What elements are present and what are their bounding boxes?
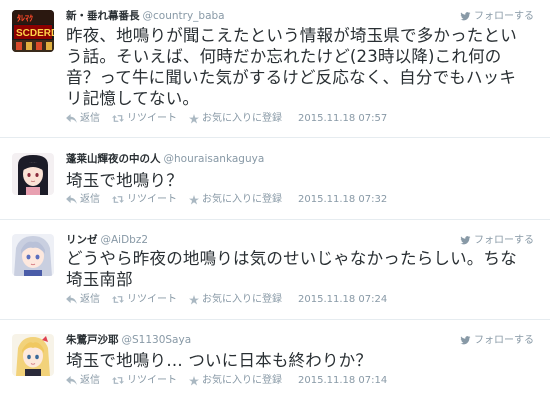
follow-button[interactable]: フォローする bbox=[460, 334, 534, 347]
display-name[interactable]: 新・垂れ幕番長 bbox=[66, 10, 140, 22]
favorite-label: お気に入りに登録 bbox=[202, 375, 282, 386]
username[interactable]: @AiDbz2 bbox=[101, 234, 149, 246]
tweet-text: 埼玉で地鳴り… ついに日本も終わりか？ bbox=[66, 351, 373, 370]
retweet-label: リツイート bbox=[127, 375, 177, 386]
favorite-button[interactable]: お気に入りに登録 bbox=[189, 193, 282, 206]
tweet-header: 朱鷺戸沙耶 @S1130Saya bbox=[66, 334, 191, 347]
reply-button[interactable]: 返信 bbox=[66, 193, 100, 206]
timestamp[interactable]: 2015.11.18 07:32 bbox=[298, 193, 387, 206]
tweet-actions: 返信 リツイート お気に入りに登録 2015.11.18 07:14 bbox=[66, 374, 387, 387]
avatar[interactable] bbox=[12, 234, 54, 276]
reply-label: 返信 bbox=[80, 294, 100, 305]
reply-label: 返信 bbox=[80, 375, 100, 386]
username[interactable]: @houraisankaguya bbox=[164, 153, 265, 165]
star-icon bbox=[189, 113, 199, 123]
divider bbox=[0, 219, 550, 220]
retweet-icon bbox=[112, 115, 124, 122]
star-icon bbox=[189, 375, 199, 385]
tweet-actions: 返信 リツイート お気に入りに登録 2015.11.18 07:32 bbox=[66, 193, 387, 206]
divider bbox=[0, 319, 550, 320]
avatar[interactable] bbox=[12, 334, 54, 376]
retweet-button[interactable]: リツイート bbox=[112, 374, 177, 387]
favorite-label: お気に入りに登録 bbox=[202, 194, 282, 205]
tweet-header: リンゼ @AiDbz2 bbox=[66, 234, 148, 247]
retweet-icon bbox=[112, 377, 124, 384]
svg-text:ﾀﾚﾏｸ: ﾀﾚﾏｸ bbox=[17, 13, 33, 23]
tweet-text: どうやら昨夜の地鳴りは気のせいじゃなかったらしい。ちな埼玉南部 bbox=[66, 249, 517, 289]
follow-label: フォローする bbox=[474, 235, 534, 246]
tweet-actions: 返信 リツイート お気に入りに登録 2015.11.18 07:24 bbox=[66, 293, 387, 306]
timestamp[interactable]: 2015.11.18 07:14 bbox=[298, 374, 387, 387]
retweet-label: リツイート bbox=[127, 294, 177, 305]
tweet-text: 昨夜、地鳴りが聞こえたという情報が埼玉県で多かったという話。そいえば、何時だか忘… bbox=[66, 26, 517, 108]
favorite-button[interactable]: お気に入りに登録 bbox=[189, 293, 282, 306]
avatar[interactable] bbox=[12, 153, 54, 195]
reply-button[interactable]: 返信 bbox=[66, 374, 100, 387]
favorite-button[interactable]: お気に入りに登録 bbox=[189, 112, 282, 125]
tweet-text: 埼玉で地鳴り？ bbox=[66, 171, 183, 190]
star-icon bbox=[189, 294, 199, 304]
tweet-actions: 返信 リツイート お気に入りに登録 2015.11.18 07:57 bbox=[66, 112, 387, 125]
timestamp[interactable]: 2015.11.18 07:57 bbox=[298, 112, 387, 125]
username[interactable]: @S1130Saya bbox=[122, 334, 192, 346]
display-name[interactable]: 朱鷺戸沙耶 bbox=[66, 334, 119, 346]
reply-icon bbox=[66, 114, 77, 123]
favorite-label: お気に入りに登録 bbox=[202, 294, 282, 305]
follow-label: フォローする bbox=[474, 335, 534, 346]
retweet-button[interactable]: リツイート bbox=[112, 293, 177, 306]
follow-label: フォローする bbox=[474, 11, 534, 22]
username[interactable]: @country_baba bbox=[143, 10, 225, 22]
reply-label: 返信 bbox=[80, 113, 100, 124]
retweet-icon bbox=[112, 296, 124, 303]
display-name[interactable]: 蓬莱山輝夜の中の人 bbox=[66, 153, 161, 165]
retweet-label: リツイート bbox=[127, 194, 177, 205]
follow-bird-icon bbox=[460, 236, 471, 245]
reply-icon bbox=[66, 376, 77, 385]
star-icon bbox=[189, 194, 199, 204]
follow-button[interactable]: フォローする bbox=[460, 234, 534, 247]
follow-bird-icon bbox=[460, 336, 471, 345]
follow-bird-icon bbox=[460, 12, 471, 21]
avatar[interactable]: ﾀﾚﾏｸ SCDERD bbox=[12, 10, 54, 52]
favorite-button[interactable]: お気に入りに登録 bbox=[189, 374, 282, 387]
retweet-label: リツイート bbox=[127, 113, 177, 124]
retweet-icon bbox=[112, 196, 124, 203]
divider bbox=[0, 137, 550, 138]
follow-button[interactable]: フォローする bbox=[460, 10, 534, 23]
tweet-header: 新・垂れ幕番長 @country_baba bbox=[66, 10, 225, 23]
reply-label: 返信 bbox=[80, 194, 100, 205]
tweet-header: 蓬莱山輝夜の中の人 @houraisankaguya bbox=[66, 153, 264, 166]
favorite-label: お気に入りに登録 bbox=[202, 113, 282, 124]
reply-icon bbox=[66, 295, 77, 304]
timestamp[interactable]: 2015.11.18 07:24 bbox=[298, 293, 387, 306]
reply-icon bbox=[66, 195, 77, 204]
reply-button[interactable]: 返信 bbox=[66, 112, 100, 125]
retweet-button[interactable]: リツイート bbox=[112, 193, 177, 206]
reply-button[interactable]: 返信 bbox=[66, 293, 100, 306]
svg-text:SCDERD: SCDERD bbox=[16, 28, 54, 39]
retweet-button[interactable]: リツイート bbox=[112, 112, 177, 125]
display-name[interactable]: リンゼ bbox=[66, 234, 98, 246]
